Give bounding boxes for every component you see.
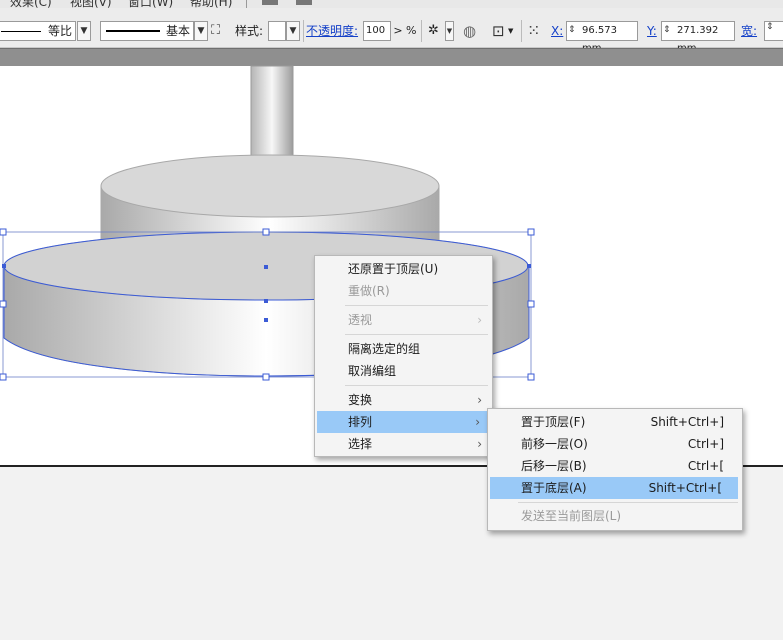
chevron-right-icon: › [477, 393, 482, 407]
menu-item-transform[interactable]: 变换 › [315, 389, 492, 411]
arrange-submenu: 置于顶层(F) Shift+Ctrl+] 前移一层(O) Ctrl+] 后移一层(B… [487, 408, 743, 531]
chevron-right-icon: › [477, 437, 482, 451]
context-menu: 还原置于顶层(U) 重做(R) 透视 › 隔离选定的组 取消编组 变换 › 排列 › … [314, 255, 493, 457]
submenu-bring-forward[interactable]: 前移一层(O) Ctrl+] [488, 433, 742, 455]
menu-item-select[interactable]: 选择 › [315, 433, 492, 455]
shortcut-label: Shift+Ctrl+] [650, 415, 724, 429]
menu-item-perspective: 透视 › [315, 309, 492, 331]
submenu-send-backward[interactable]: 后移一层(B) Ctrl+[ [488, 455, 742, 477]
shortcut-label: Ctrl+[ [687, 459, 724, 473]
submenu-send-to-current-layer: 发送至当前图层(L) [521, 509, 622, 523]
menu-separator [345, 385, 488, 386]
upper-cylinder-top[interactable] [100, 154, 440, 218]
chevron-right-icon: › [477, 313, 482, 327]
menu-separator [518, 502, 738, 503]
menu-item-isolate-group[interactable]: 隔离选定的组 [315, 338, 492, 360]
menu-item-ungroup[interactable]: 取消编组 [315, 360, 492, 382]
shortcut-label: Shift+Ctrl+[ [648, 481, 722, 495]
chevron-right-icon: › [475, 415, 480, 429]
shortcut-label: Ctrl+] [687, 437, 724, 451]
menu-separator [345, 305, 488, 306]
menu-item-redo: 重做(R) [348, 284, 390, 298]
menu-separator [345, 334, 488, 335]
submenu-bring-to-front[interactable]: 置于顶层(F) Shift+Ctrl+] [488, 411, 742, 433]
submenu-send-to-back[interactable]: 置于底层(A) Shift+Ctrl+[ [490, 477, 738, 499]
menu-item-undo-bring-to-front[interactable]: 还原置于顶层(U) [315, 258, 492, 280]
menu-item-arrange[interactable]: 排列 › [317, 411, 490, 433]
